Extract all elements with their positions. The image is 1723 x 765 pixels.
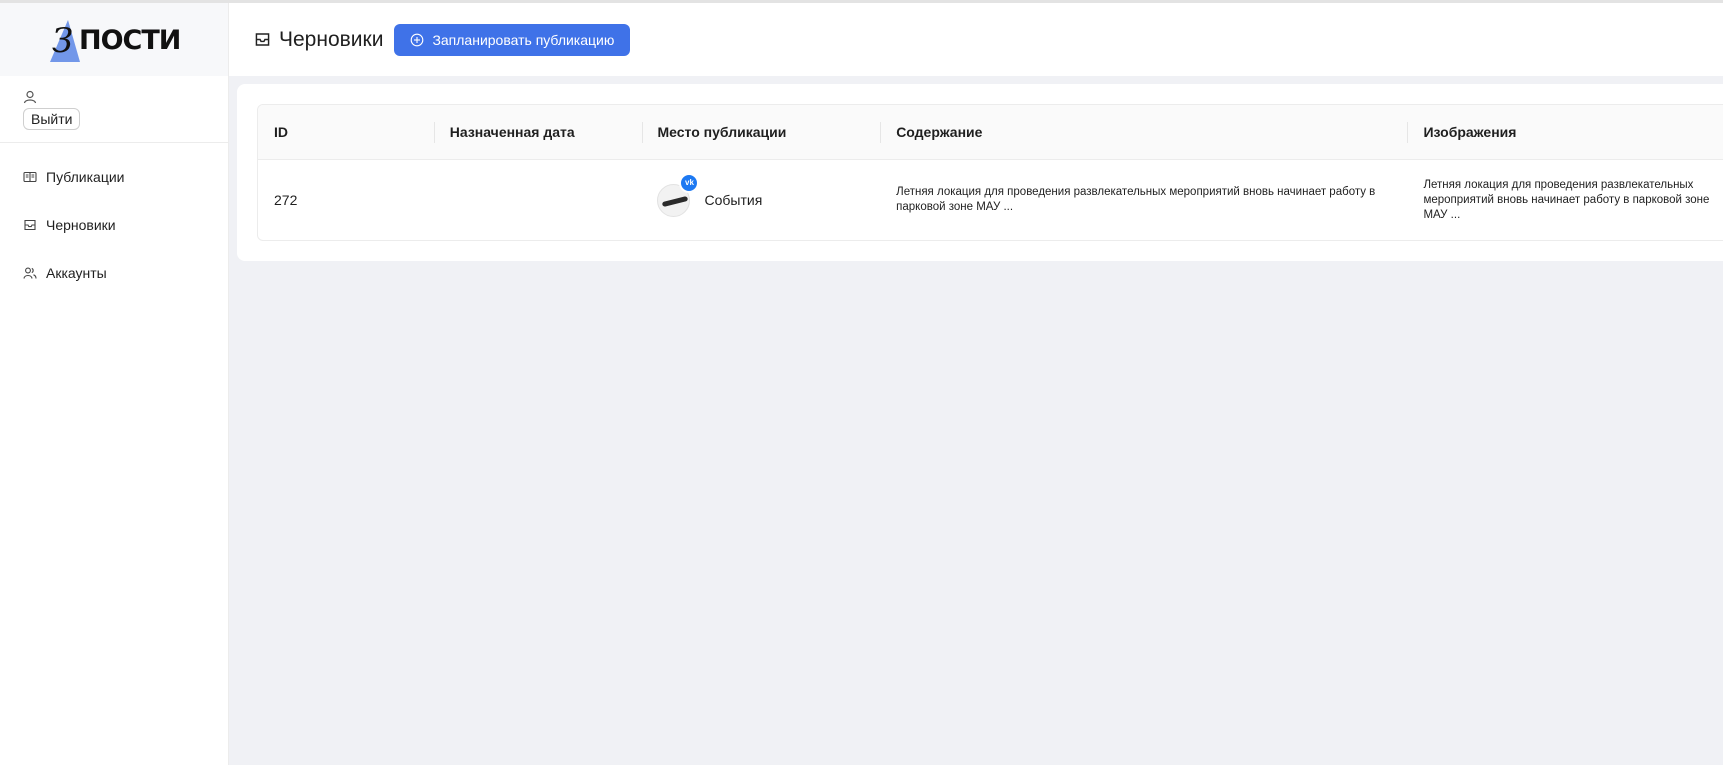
sidebar-item-label: Публикации [46,169,125,185]
sidebar-item-label: Аккаунты [46,265,107,281]
column-header-images[interactable]: Изображения [1407,105,1723,159]
plus-circle-icon [411,33,424,46]
logo-mark: З ПОСТИ [50,19,181,62]
logout-button[interactable]: Выйти [23,108,81,130]
inbox-icon [255,33,270,46]
cell-content: Летняя локация для проведения развлекате… [896,186,1376,213]
users-icon [23,267,37,279]
newspaper-icon [23,171,37,183]
schedule-button-label: Запланировать публикацию [432,31,615,48]
user-block: Выйти [0,76,228,143]
cell-images: Летняя локация для проведения развлекате… [1423,178,1710,221]
vk-icon: vk [679,172,700,193]
svg-text:З: З [52,21,73,61]
sidebar-nav: Публикации Черновики Аккаунты [0,143,228,297]
column-header-place[interactable]: Место публикации [641,105,881,159]
logo[interactable]: З ПОСТИ [0,3,228,76]
schedule-publication-button[interactable]: Запланировать публикацию [394,23,631,56]
table-row[interactable]: 272 vk События Летняя локация для провед… [258,160,1723,240]
place-wrap: vk События [657,172,880,217]
sidebar-item-drafts[interactable]: Черновики [0,201,228,249]
svg-text:ПОСТИ: ПОСТИ [79,25,180,56]
sidebar-item-publications[interactable]: Публикации [0,153,228,201]
user-icon [23,90,37,104]
cell-place: vk События [641,172,880,217]
table-header: ID Назначенная дата Место публикации Сод… [258,105,1723,160]
sidebar: З ПОСТИ Выйти Публикации Черновики Аккау… [0,3,229,765]
page-title: Черновики [254,28,383,52]
inbox-icon [24,219,36,231]
column-header-date[interactable]: Назначенная дата [433,105,642,159]
page-title-text: Черновики [279,27,384,51]
column-header-content[interactable]: Содержание [880,105,1407,159]
sidebar-item-label: Черновики [46,217,116,233]
drafts-table: ID Назначенная дата Место публикации Сод… [257,104,1723,241]
page-header: Черновики Запланировать публикацию [229,3,1723,76]
skateboard-icon [662,195,689,207]
group-avatar: vk [657,172,700,217]
place-name: События [704,192,763,208]
cell-id: 272 [274,192,298,208]
sidebar-item-accounts[interactable]: Аккаунты [0,249,228,297]
column-header-id[interactable]: ID [258,105,434,159]
drafts-card: ID Назначенная дата Место публикации Сод… [237,84,1723,261]
